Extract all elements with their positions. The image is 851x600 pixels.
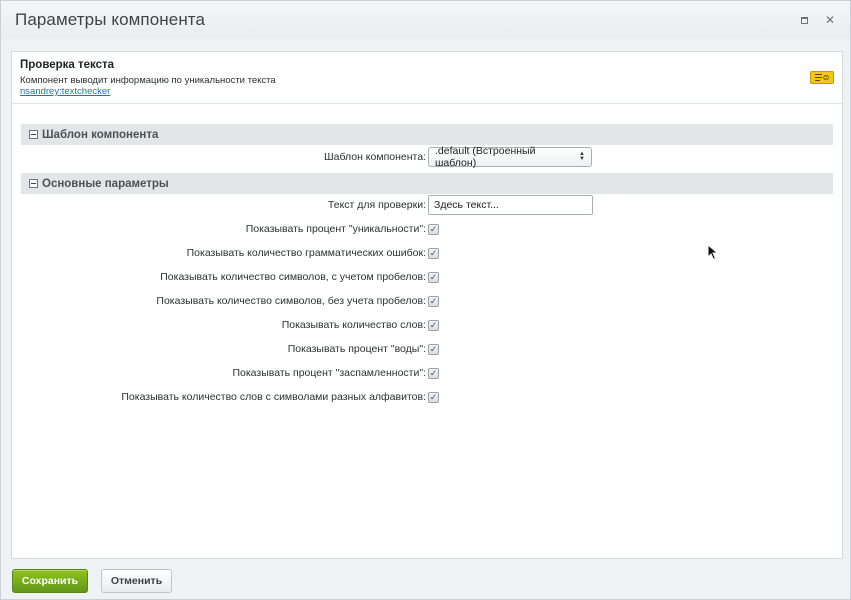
option-row: Показывать процент "уникальности": ✓ [12,219,842,239]
text-input[interactable]: Здесь текст... [428,195,593,215]
option-control: ✓ [428,343,439,355]
cancel-button[interactable]: Отменить [101,569,172,593]
option-checkbox[interactable]: ✓ [428,319,439,331]
option-row: Показывать количество слов: ✓ [12,315,842,335]
component-info: Проверка текста Компонент выводит информ… [12,52,842,104]
option-checkbox[interactable]: ✓ [428,295,439,307]
option-checkbox[interactable]: ✓ [428,247,439,259]
mouse-cursor-icon [707,244,719,261]
template-label: Шаблон компонента: [324,151,426,163]
option-control: ✓ [428,271,439,283]
option-control: ✓ [428,223,439,235]
component-params-dialog: Параметры компонента ✕ Проверка текста К… [0,0,851,600]
option-control: ✓ [428,391,439,403]
option-row: Показывать процент "заспамленности": ✓ [12,363,842,383]
option-checkbox[interactable]: ✓ [428,391,439,403]
dialog-title: Параметры компонента [15,10,206,29]
help-lines [814,74,822,81]
text-row: Текст для проверки: Здесь текст... [12,195,842,215]
text-label: Текст для проверки: [327,199,426,211]
option-label: Показывать количество символов, с учетом… [160,271,426,283]
option-label: Показывать количество символов, без учет… [156,295,426,307]
option-label: Показывать количество слов с символами р… [121,391,426,403]
select-arrows-icon: ▲ ▼ [579,151,585,162]
section-template-header[interactable]: Шаблон компонента [21,124,833,145]
template-select[interactable]: .default (Встроенный шаблон) ▲ ▼ [428,145,592,169]
option-label: Показывать процент "заспамленности": [232,367,426,379]
option-checkbox[interactable]: ✓ [428,367,439,379]
section-main-title: Основные параметры [42,177,169,190]
component-name: Проверка текста [20,59,115,71]
option-label: Показывать процент "воды": [287,343,426,355]
option-checkbox[interactable]: ✓ [428,223,439,235]
option-control: ✓ [428,319,439,331]
close-icon[interactable]: ✕ [824,13,836,27]
component-description: Компонент выводит информацию по уникальн… [20,75,276,86]
collapse-toggle-icon[interactable] [29,179,38,188]
section-template-title: Шаблон компонента [42,128,159,141]
collapse-toggle-icon[interactable] [29,130,38,139]
component-code-link[interactable]: nsandrey:textchecker [20,86,834,97]
template-row: Шаблон компонента: .default (Встроенный … [12,145,842,169]
option-control: ✓ [428,367,439,379]
option-row: Показывать количество символов, с учетом… [12,267,842,287]
option-row: Показывать процент "воды": ✓ [12,339,842,359]
template-control: .default (Встроенный шаблон) ▲ ▼ [428,145,592,169]
option-label: Показывать процент "уникальности": [245,223,426,235]
dialog-titlebar[interactable]: Параметры компонента ✕ [1,1,850,39]
section-main-header[interactable]: Основные параметры [21,173,833,194]
option-control: ✓ [428,247,439,259]
help-glyph: ⊜ [822,72,830,82]
maximize-icon[interactable] [798,14,810,26]
template-select-value: .default (Встроенный шаблон) [435,145,536,169]
window-controls: ✕ [798,13,836,27]
help-badge-icon[interactable]: ⊜ [810,71,834,84]
content-frame: Проверка текста Компонент выводит информ… [11,51,843,559]
option-row: Показывать количество символов, без учет… [12,291,842,311]
option-label: Показывать количество слов: [281,319,426,331]
option-row: Показывать количество слов с символами р… [12,387,842,407]
option-label: Показывать количество грамматических оши… [186,247,426,259]
option-checkbox[interactable]: ✓ [428,271,439,283]
text-control: Здесь текст... [428,195,593,215]
save-button[interactable]: Сохранить [12,569,88,593]
option-control: ✓ [428,295,439,307]
option-checkbox[interactable]: ✓ [428,343,439,355]
